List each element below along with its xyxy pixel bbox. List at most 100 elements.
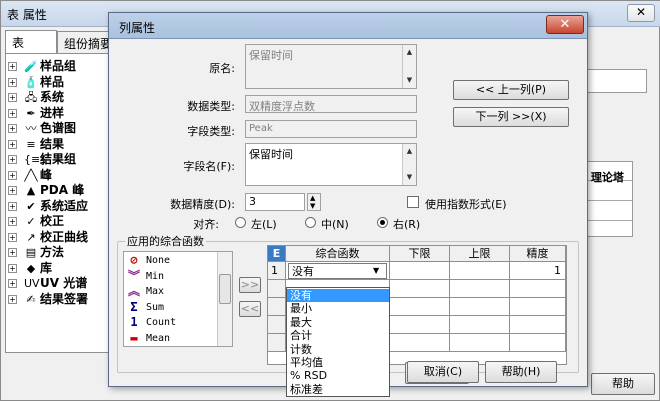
table-cell[interactable]: [390, 334, 450, 352]
tree-item[interactable]: ✔ 系统适应: [24, 198, 88, 214]
function-dropdown-list[interactable]: 没有 最小 最大 合计 计数 平均值% RSD 标准差: [286, 287, 390, 397]
expand-icon[interactable]: +: [8, 201, 17, 211]
function-icon: 1: [130, 315, 138, 329]
scroll-up-icon[interactable]: ▲: [403, 46, 416, 59]
function-list-item[interactable]: Σ Sum: [124, 300, 222, 315]
tree-item[interactable]: ◆ 库: [24, 260, 52, 276]
expand-icon[interactable]: +: [8, 217, 17, 226]
dialog-close-icon[interactable]: ✕: [546, 15, 584, 34]
dropdown-option[interactable]: 平均值: [287, 356, 389, 369]
field-name-scrollbar[interactable]: ▲ ▼: [402, 144, 416, 185]
expand-icon[interactable]: +: [8, 108, 17, 118]
function-list-item[interactable]: 1 Count: [124, 315, 222, 330]
function-cell[interactable]: 没有 ▼: [286, 262, 390, 280]
table-cell[interactable]: [510, 334, 566, 352]
precision-spinner[interactable]: ▲ ▼: [307, 193, 321, 211]
expand-icon[interactable]: +: [8, 139, 17, 149]
scrollbar-thumb[interactable]: [219, 274, 231, 304]
table-cell[interactable]: [450, 298, 510, 316]
expand-icon[interactable]: +: [8, 232, 17, 242]
expand-icon[interactable]: +: [8, 155, 17, 164]
function-list-item[interactable]: ⊘ None: [124, 253, 222, 268]
align-left-radio[interactable]: [235, 217, 246, 228]
scroll-up-icon[interactable]: ▲: [403, 145, 416, 158]
expand-icon[interactable]: +: [8, 186, 17, 195]
expand-icon[interactable]: +: [8, 170, 17, 180]
expand-icon[interactable]: +: [8, 77, 17, 87]
table-corner-icon[interactable]: E: [268, 246, 286, 262]
tab-table[interactable]: 表: [5, 30, 57, 54]
dropdown-option[interactable]: 标准差: [287, 383, 389, 396]
tree-item[interactable]: 〰色谱图: [24, 120, 77, 136]
expand-icon[interactable]: +: [8, 62, 17, 71]
tree-item[interactable]: ╱╲ 峰: [24, 167, 52, 183]
function-icon: ︾: [127, 268, 140, 283]
tree-item[interactable]: 🖧 系统: [24, 89, 64, 105]
table-cell[interactable]: [390, 298, 450, 316]
help-dialog-button[interactable]: 帮助(H): [485, 361, 557, 383]
table-cell[interactable]: [510, 280, 566, 298]
align-center-radio[interactable]: [305, 217, 316, 228]
tree-item[interactable]: UVUV 光谱: [24, 275, 87, 291]
dropdown-option[interactable]: 没有: [287, 289, 389, 302]
scroll-down-icon[interactable]: ▼: [403, 74, 416, 87]
lower-limit-cell[interactable]: [390, 262, 450, 280]
column-header-precision[interactable]: 精度: [510, 246, 566, 262]
cancel-button[interactable]: 取消(C): [407, 361, 479, 383]
previous-column-button[interactable]: << 上一列(P): [453, 80, 569, 100]
precision-input[interactable]: 3: [245, 193, 305, 211]
upper-limit-cell[interactable]: [450, 262, 510, 280]
expand-icon[interactable]: +: [8, 294, 17, 304]
dropdown-option[interactable]: 合计: [287, 329, 389, 342]
original-name-scrollbar[interactable]: ▲ ▼: [402, 45, 416, 88]
expand-icon[interactable]: +: [8, 248, 17, 257]
function-list-scrollbar[interactable]: [217, 252, 232, 346]
tree-item[interactable]: ▤ 方法: [24, 244, 64, 260]
table-cell[interactable]: [390, 316, 450, 334]
table-cell[interactable]: [450, 334, 510, 352]
tree-item[interactable]: ✍ 结果签署: [24, 291, 88, 307]
chevron-down-icon[interactable]: ▼: [373, 264, 379, 278]
remove-function-button[interactable]: <<: [239, 301, 261, 317]
function-dropdown[interactable]: 没有 ▼: [288, 263, 387, 279]
tree-item[interactable]: 🧴 样品: [24, 74, 64, 90]
table-cell[interactable]: [450, 316, 510, 334]
function-list-item[interactable]: ▬ Mean: [124, 331, 222, 346]
dropdown-option[interactable]: 计数: [287, 343, 389, 356]
expand-icon[interactable]: +: [8, 263, 17, 273]
expand-icon[interactable]: +: [8, 279, 17, 288]
precision-cell[interactable]: 1: [510, 262, 566, 280]
column-header-function[interactable]: 综合函数: [286, 246, 390, 262]
expand-icon[interactable]: +: [8, 124, 17, 133]
dropdown-option[interactable]: % RSD: [287, 369, 389, 382]
function-list-item[interactable]: ︾ Min: [124, 269, 222, 284]
help-button[interactable]: 帮助: [591, 373, 655, 395]
tree-item[interactable]: ≡ 结果: [24, 136, 64, 152]
align-right-radio[interactable]: [377, 217, 388, 228]
dropdown-option[interactable]: 最小: [287, 302, 389, 315]
exponent-checkbox[interactable]: [407, 196, 419, 208]
table-cell[interactable]: [510, 298, 566, 316]
table-cell[interactable]: [510, 316, 566, 334]
add-function-button[interactable]: >>: [239, 277, 261, 293]
scroll-down-icon[interactable]: ▼: [403, 171, 416, 184]
function-list-item[interactable]: ︽ Max: [124, 284, 222, 299]
tree-item[interactable]: ✒ 进样: [24, 105, 64, 121]
tree-item[interactable]: ↗ 校正曲线: [24, 229, 88, 245]
dropdown-option[interactable]: 最大: [287, 316, 389, 329]
tree-item[interactable]: ▲ PDA 峰: [24, 182, 84, 198]
expand-icon[interactable]: +: [8, 93, 17, 102]
tree-item[interactable]: ✓ 校正: [24, 213, 64, 229]
table-cell[interactable]: [390, 280, 450, 298]
column-header-lower-limit[interactable]: 下限: [390, 246, 450, 262]
column-header-upper-limit[interactable]: 上限: [450, 246, 510, 262]
table-cell[interactable]: [450, 280, 510, 298]
field-name-input[interactable]: 保留时间 ▲ ▼: [245, 143, 417, 186]
tree-item[interactable]: {≡}结果组: [24, 151, 76, 167]
close-icon[interactable]: ✕: [627, 4, 655, 22]
next-column-button[interactable]: 下一列 >>(X): [453, 107, 569, 127]
field-type-label: 字段类型:: [187, 125, 235, 138]
spin-down-icon[interactable]: ▼: [310, 202, 315, 210]
spin-up-icon[interactable]: ▲: [310, 194, 315, 202]
tree-item[interactable]: 🧪 样品组: [24, 58, 76, 74]
